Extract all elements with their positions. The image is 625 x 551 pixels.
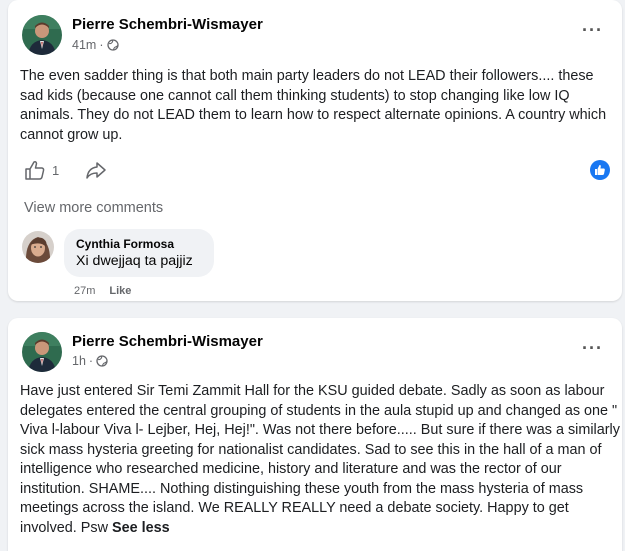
avatar[interactable] [22,15,62,55]
see-less-link[interactable]: See less [112,520,170,536]
post-text: Have just entered Sir Temi Zammit Hall f… [20,382,620,538]
post-card: Pierre Schembri-Wismayer 41m · ··· The e… [8,0,622,301]
view-more-comments[interactable]: View more comments [24,200,163,216]
share-icon[interactable] [85,159,107,181]
comment-bubble: Cynthia Formosa Xi dwejjaq ta pajjiz [64,229,214,277]
meta-separator: · [99,38,104,52]
comment-meta: 27m Like [74,285,131,297]
comment-text: Xi dwejjaq ta pajjiz [76,253,193,269]
thumbs-up-icon[interactable] [24,159,46,181]
post-timestamp[interactable]: 41m [72,38,96,52]
avatar[interactable] [22,332,62,372]
post-actions: 1 [24,159,107,181]
post-author[interactable]: Pierre Schembri-Wismayer [72,16,263,33]
avatar[interactable] [22,231,54,263]
like-reaction-icon[interactable] [590,160,610,180]
post-text-body: Have just entered Sir Temi Zammit Hall f… [20,383,620,536]
globe-icon [106,39,119,51]
comment-author[interactable]: Cynthia Formosa [76,236,202,252]
meta-separator: · [88,354,94,368]
comment-like-button[interactable]: Like [109,285,131,297]
globe-icon [96,355,108,367]
post-author[interactable]: Pierre Schembri-Wismayer [72,333,263,350]
post-timestamp[interactable]: 1h [72,354,86,368]
more-icon[interactable]: ··· [582,20,603,41]
post-meta: 41m · [72,38,119,52]
post-text: The even sadder thing is that both main … [20,68,607,143]
comment-timestamp[interactable]: 27m [74,285,95,297]
post-meta: 1h · [72,354,108,368]
post-card: Pierre Schembri-Wismayer 1h · ··· Have j… [8,318,622,551]
more-icon[interactable]: ··· [582,338,603,359]
like-count: 1 [52,162,60,178]
